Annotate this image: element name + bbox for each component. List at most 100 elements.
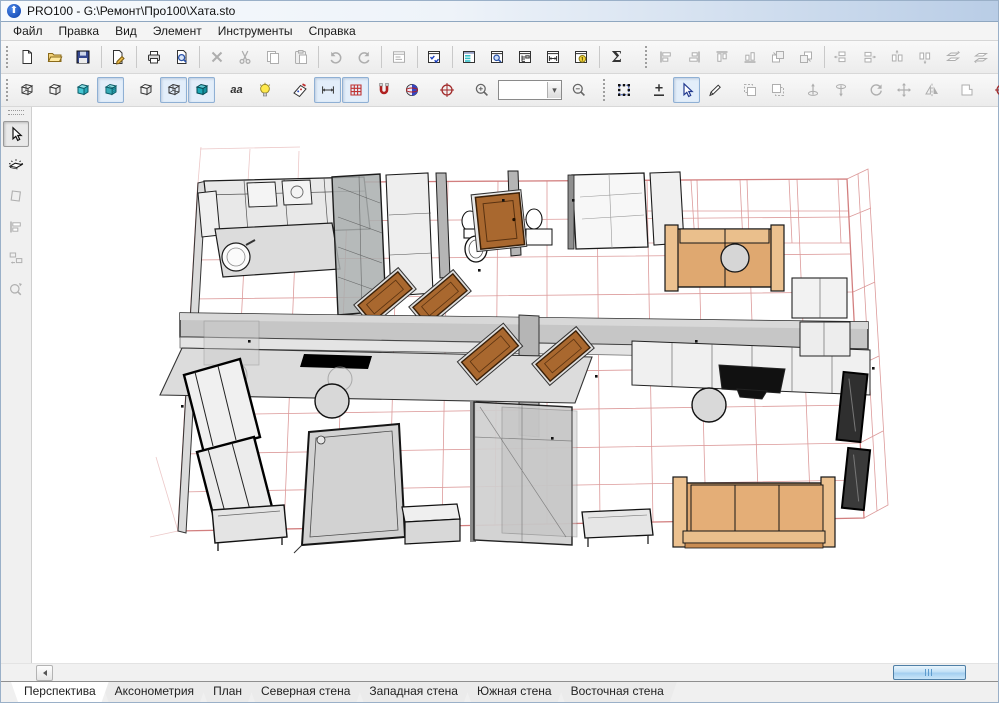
sum-report-button[interactable]: Σ [603, 44, 630, 70]
rotate-button[interactable] [862, 77, 889, 103]
page-setup-icon [110, 49, 126, 65]
move-button[interactable] [890, 77, 917, 103]
rotate-horizontal-button[interactable] [827, 77, 854, 103]
menu-edit[interactable]: Правка [51, 23, 108, 39]
delete-button[interactable] [203, 44, 230, 70]
move-3d-vertical-button[interactable] [968, 44, 995, 70]
redo-button[interactable] [350, 44, 377, 70]
bed [294, 424, 411, 553]
center-view-button[interactable] [433, 77, 460, 103]
mirror-button[interactable] [918, 77, 945, 103]
paste-button[interactable] [287, 44, 314, 70]
menu-element[interactable]: Элемент [145, 23, 210, 39]
insert-element-button[interactable] [645, 77, 672, 103]
colored-view-button[interactable] [69, 77, 96, 103]
zoom-level-input[interactable] [499, 83, 547, 97]
print-button[interactable] [140, 44, 167, 70]
menu-help[interactable]: Справка [301, 23, 364, 39]
select-all-points-button[interactable] [610, 77, 637, 103]
align-right-button[interactable] [681, 44, 708, 70]
select-tool-button[interactable] [3, 121, 29, 147]
menu-view[interactable]: Вид [107, 23, 145, 39]
edit-shape-button[interactable] [953, 77, 980, 103]
bring-to-front-button[interactable] [765, 44, 792, 70]
tab-west-wall[interactable]: Западная стена [356, 682, 471, 702]
zoom-tool-button[interactable] [3, 276, 29, 302]
save-file-button[interactable] [70, 44, 97, 70]
align-tool-button[interactable] [3, 214, 29, 240]
copy-button[interactable] [259, 44, 286, 70]
align-left-button[interactable] [653, 44, 680, 70]
tab-south-wall[interactable]: Южная стена [464, 682, 565, 702]
page-setup-button[interactable] [105, 44, 132, 70]
wireframe-view-button[interactable] [13, 77, 40, 103]
hidden-lines-view-button[interactable] [41, 77, 68, 103]
round-table [692, 388, 726, 422]
menu-file[interactable]: Файл [5, 23, 51, 39]
zoom-out-button[interactable] [565, 77, 592, 103]
new-shape-tool-button[interactable] [3, 183, 29, 209]
tab-axonometry[interactable]: Аксонометрия [102, 682, 207, 702]
ungroup-button[interactable] [764, 77, 791, 103]
toolbar-grip[interactable] [6, 46, 9, 68]
tab-perspective[interactable]: Перспектива [11, 682, 109, 702]
price-report-button[interactable] [568, 44, 595, 70]
open-file-button[interactable] [42, 44, 69, 70]
tab-north-wall[interactable]: Северная стена [248, 682, 363, 702]
autorotate-sphere-button[interactable] [398, 77, 425, 103]
scroll-left-button[interactable] [36, 665, 53, 681]
select-cursor-button[interactable] [673, 77, 700, 103]
menu-tools[interactable]: Инструменты [210, 23, 301, 39]
print-preview-button[interactable] [168, 44, 195, 70]
design-canvas[interactable] [32, 107, 998, 663]
magnet-snap-button[interactable] [370, 77, 397, 103]
shift-left-icon [833, 49, 849, 65]
show-dimensions-button[interactable] [314, 77, 341, 103]
settings-checklist-button[interactable] [421, 44, 448, 70]
move-tool-button[interactable] [3, 245, 29, 271]
rotate-vertical-button[interactable] [799, 77, 826, 103]
solid-view-icon [194, 82, 210, 98]
shift-down-button[interactable] [912, 44, 939, 70]
zoom-level-combo[interactable]: ▾ [498, 80, 562, 100]
undo-button[interactable] [322, 44, 349, 70]
zoom-in-button[interactable] [468, 77, 495, 103]
structure-list-button[interactable] [456, 44, 483, 70]
structure-list-icon [461, 49, 477, 65]
align-top-button[interactable] [709, 44, 736, 70]
align-bottom-button[interactable] [737, 44, 764, 70]
toolbar-grip[interactable] [6, 79, 8, 101]
light-button[interactable] [251, 77, 278, 103]
target-center-button[interactable] [988, 77, 999, 103]
tool-palette [1, 107, 32, 663]
shift-right-button[interactable] [856, 44, 883, 70]
tab-plan[interactable]: План [200, 682, 255, 702]
scrollbar-thumb[interactable] [893, 665, 966, 680]
shift-up-button[interactable] [884, 44, 911, 70]
solid-view-button[interactable] [188, 77, 215, 103]
antialias-text-button[interactable]: aa [223, 77, 250, 103]
new-document-button[interactable] [14, 44, 41, 70]
toolbar-grip[interactable] [645, 46, 648, 68]
shift-left-button[interactable] [828, 44, 855, 70]
preview-window-button[interactable] [484, 44, 511, 70]
chevron-down-icon[interactable]: ▾ [547, 82, 561, 98]
edges-view-button[interactable] [160, 77, 187, 103]
new-element-tool-button[interactable] [3, 152, 29, 178]
move-3d-horizontal-button[interactable] [940, 44, 967, 70]
send-to-back-button[interactable] [793, 44, 820, 70]
cut-button[interactable] [231, 44, 258, 70]
tab-east-wall[interactable]: Восточная стена [558, 682, 677, 702]
horizontal-scrollbar[interactable] [1, 663, 998, 681]
palette-grip[interactable] [8, 110, 24, 115]
report-tree-button[interactable] [512, 44, 539, 70]
show-grid-button[interactable] [342, 77, 369, 103]
toolbar-grip[interactable] [603, 79, 605, 101]
draw-pen-button[interactable] [701, 77, 728, 103]
group-button[interactable] [736, 77, 763, 103]
texture-paint-button[interactable] [286, 77, 313, 103]
contour-view-button[interactable] [132, 77, 159, 103]
element-properties-button[interactable] [386, 44, 413, 70]
dimensions-window-button[interactable] [540, 44, 567, 70]
textured-view-button[interactable] [97, 77, 124, 103]
